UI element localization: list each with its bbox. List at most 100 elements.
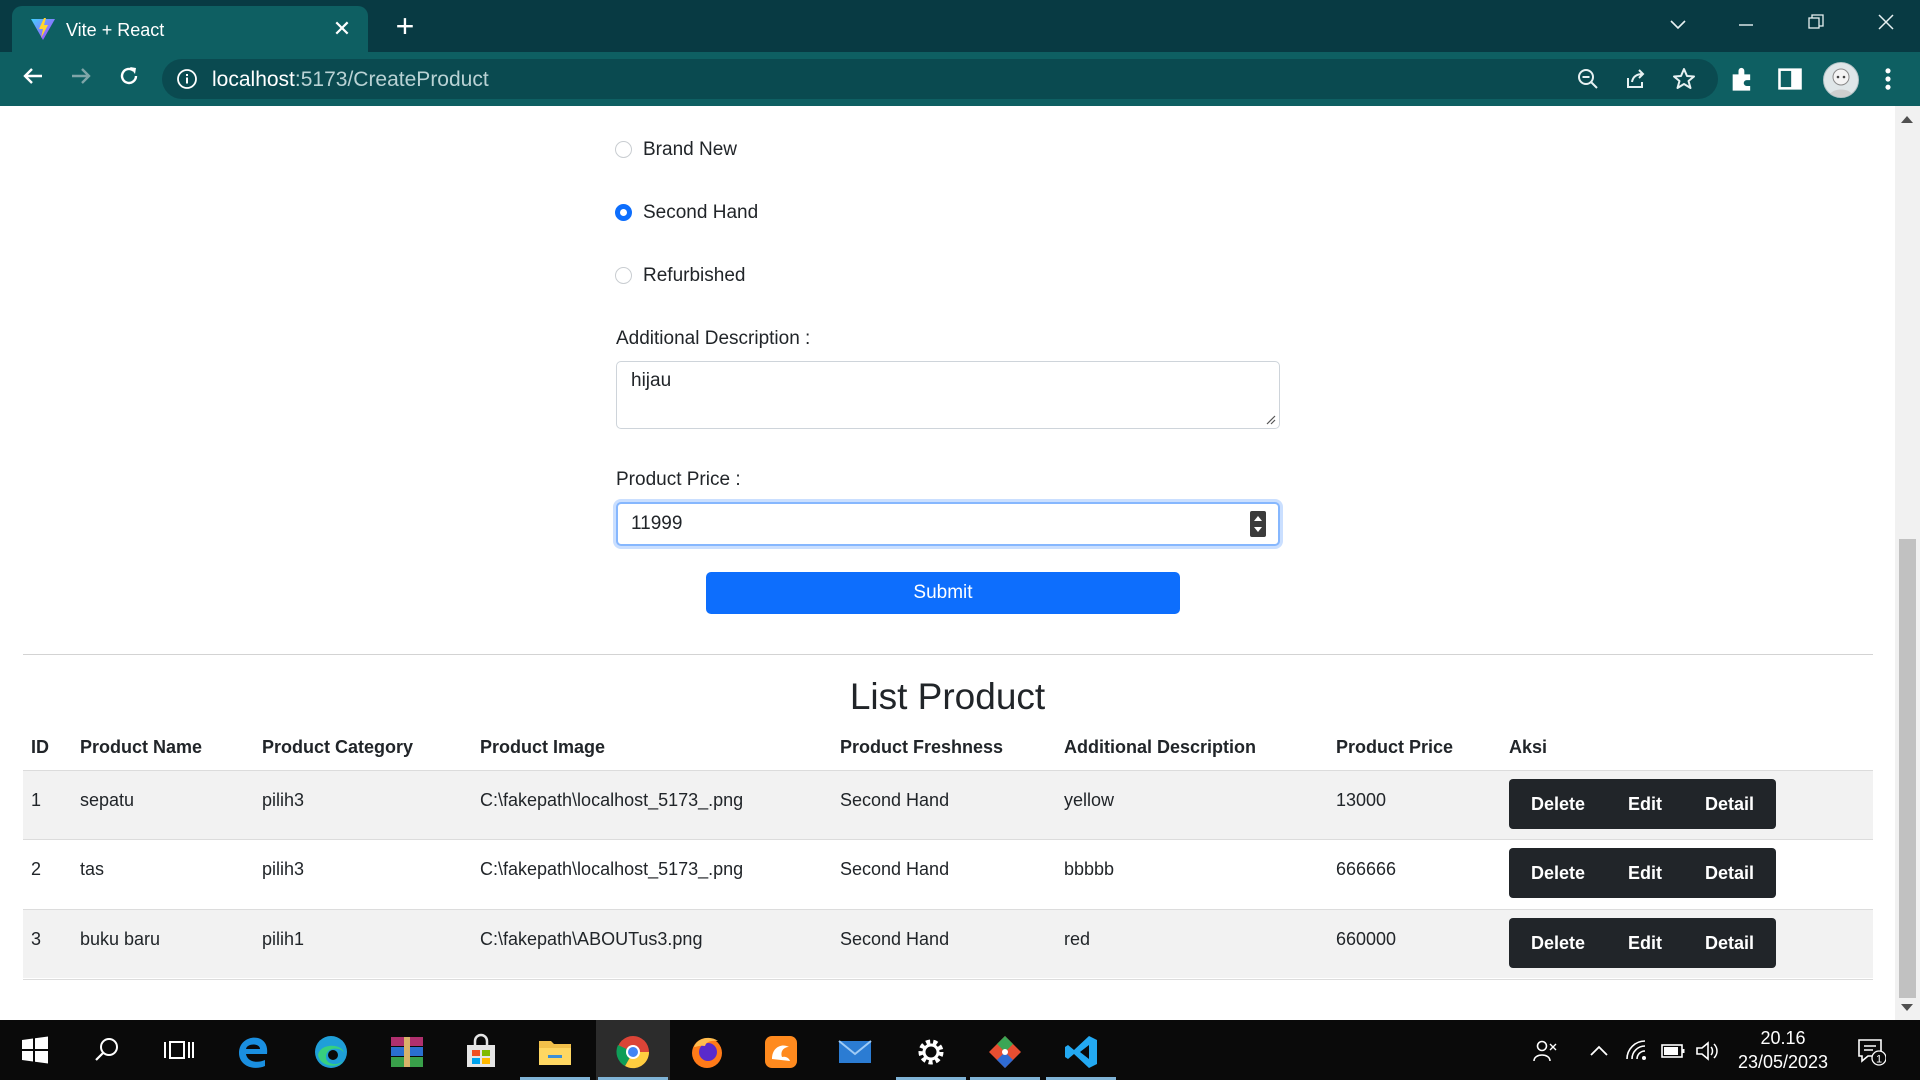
winrar-icon[interactable]: [370, 1020, 444, 1080]
edge-legacy-icon[interactable]: [216, 1020, 290, 1080]
price-input[interactable]: 11999: [616, 502, 1280, 546]
column-header-aksi: Aksi: [1509, 737, 1548, 757]
delete-button[interactable]: Delete: [1509, 779, 1607, 829]
cell-id: 1: [31, 790, 42, 810]
cell-product-name: buku baru: [80, 929, 161, 949]
scroll-up-arrow-icon[interactable]: [1901, 116, 1913, 123]
detail-button[interactable]: Detail: [1683, 848, 1776, 898]
url-text[interactable]: localhost:5173/CreateProduct: [212, 68, 489, 92]
edge-icon[interactable]: [294, 1020, 368, 1080]
browser-tab[interactable]: Vite + React ✕: [12, 6, 368, 52]
clock-time: 20.16: [1760, 1028, 1806, 1048]
wifi-icon[interactable]: [1624, 1038, 1650, 1064]
cell-product-price: 660000: [1336, 929, 1397, 949]
cell-additional-description: bbbbb: [1064, 859, 1115, 879]
file-explorer-icon[interactable]: [518, 1020, 592, 1080]
price-value: 11999: [631, 513, 683, 534]
cell-product-freshness: Second Hand: [840, 859, 950, 879]
column-header-product-freshness: Product Freshness: [840, 737, 1004, 757]
profile-avatar[interactable]: [1823, 62, 1859, 98]
store-icon[interactable]: [444, 1020, 518, 1080]
column-header-product-price: Product Price: [1336, 737, 1454, 757]
search-icon[interactable]: [72, 1020, 146, 1080]
cell-id: 3: [31, 929, 42, 949]
radio-button[interactable]: [615, 267, 632, 284]
page-scrollbar[interactable]: [1895, 106, 1920, 1020]
cell-product-category: pilih3: [262, 790, 305, 810]
clock-date: 23/05/2023: [1737, 1052, 1829, 1072]
radio-label: Brand New: [643, 139, 737, 160]
settings-icon[interactable]: [894, 1020, 968, 1080]
close-window-icon[interactable]: [1860, 6, 1912, 42]
notification-count: 1: [1876, 1054, 1882, 1066]
git-icon[interactable]: [968, 1020, 1042, 1080]
column-header-id: ID: [31, 737, 49, 757]
firefox-icon[interactable]: [670, 1020, 744, 1080]
restore-icon[interactable]: [1790, 6, 1842, 42]
column-header-product-name: Product Name: [80, 737, 203, 757]
zoom-icon[interactable]: [1576, 67, 1600, 91]
radio-button[interactable]: [615, 141, 632, 158]
forward-icon[interactable]: [64, 62, 98, 96]
edit-button[interactable]: Edit: [1607, 779, 1683, 829]
bookmark-star-icon[interactable]: [1672, 67, 1696, 91]
row-border: [23, 839, 1873, 840]
scroll-down-arrow-icon[interactable]: [1901, 1004, 1913, 1011]
start-icon[interactable]: [0, 1020, 74, 1080]
table-row: 2 tas pilih3 C:\fakepath\localhost_5173_…: [23, 839, 1873, 908]
tab-search-icon[interactable]: [1652, 6, 1704, 42]
notification-center-icon[interactable]: 1: [1856, 1036, 1887, 1066]
list-title: List Product: [849, 676, 1046, 717]
table-row: 1 sepatu pilih3 C:\fakepath\localhost_51…: [23, 770, 1873, 839]
extensions-icon[interactable]: [1728, 65, 1756, 93]
battery-icon[interactable]: [1660, 1038, 1686, 1064]
chevron-up-icon[interactable]: [1586, 1038, 1612, 1064]
cell-product-image: C:\fakepath\localhost_5173_.png: [480, 790, 744, 810]
delete-button[interactable]: Delete: [1509, 918, 1607, 968]
minimize-icon[interactable]: [1720, 6, 1772, 42]
column-header-additional-description: Additional Description: [1064, 737, 1257, 757]
uc-browser-icon[interactable]: [744, 1020, 818, 1080]
volume-icon[interactable]: [1694, 1038, 1720, 1064]
edit-button[interactable]: Edit: [1607, 918, 1683, 968]
action-button-group: Delete Edit Detail: [1509, 848, 1776, 898]
cell-product-image: C:\fakepath\localhost_5173_.png: [480, 859, 744, 879]
back-icon[interactable]: [16, 62, 50, 96]
divider: [23, 654, 1873, 655]
cell-product-price: 13000: [1336, 790, 1387, 810]
site-info-icon[interactable]: [176, 68, 198, 90]
radio-button[interactable]: [615, 204, 632, 221]
cell-product-category: pilih3: [262, 859, 305, 879]
detail-button[interactable]: Detail: [1683, 918, 1776, 968]
vscode-icon[interactable]: [1044, 1020, 1118, 1080]
system-clock[interactable]: 20.16 23/05/2023: [1734, 1026, 1832, 1074]
radio-label: Second Hand: [643, 202, 759, 223]
share-icon[interactable]: [1624, 67, 1648, 91]
cell-product-name: tas: [80, 859, 105, 879]
new-tab-icon[interactable]: +: [388, 10, 422, 44]
page-viewport: Brand New Second Hand Refurbished Additi…: [0, 106, 1895, 1020]
address-bar[interactable]: localhost:5173/CreateProduct: [162, 59, 1718, 99]
chrome-icon[interactable]: [596, 1020, 670, 1080]
description-textarea[interactable]: hijau: [616, 361, 1280, 429]
table-row: 3 buku baru pilih1 C:\fakepath\ABOUTus3.…: [23, 909, 1873, 978]
mail-icon[interactable]: [818, 1020, 892, 1080]
more-menu-icon[interactable]: [1874, 65, 1902, 93]
delete-button[interactable]: Delete: [1509, 848, 1607, 898]
number-spinner[interactable]: [1250, 511, 1266, 537]
reload-icon[interactable]: [112, 62, 146, 96]
detail-button[interactable]: Detail: [1683, 779, 1776, 829]
close-tab-icon[interactable]: ✕: [328, 15, 356, 43]
tab-title: Vite + React: [66, 20, 165, 40]
submit-button[interactable]: Submit: [706, 572, 1180, 614]
side-panel-icon[interactable]: [1776, 65, 1804, 93]
people-icon[interactable]: [1532, 1038, 1558, 1064]
task-view-icon[interactable]: [144, 1020, 218, 1080]
browser-titlebar: Vite + React ✕ +: [0, 0, 1920, 52]
browser-toolbar: localhost:5173/CreateProduct: [0, 52, 1920, 106]
table-bottom-border: [23, 979, 1873, 980]
cell-product-name: sepatu: [80, 790, 135, 810]
scroll-thumb[interactable]: [1899, 539, 1916, 998]
edit-button[interactable]: Edit: [1607, 848, 1683, 898]
resize-grip-icon[interactable]: [1264, 413, 1276, 425]
